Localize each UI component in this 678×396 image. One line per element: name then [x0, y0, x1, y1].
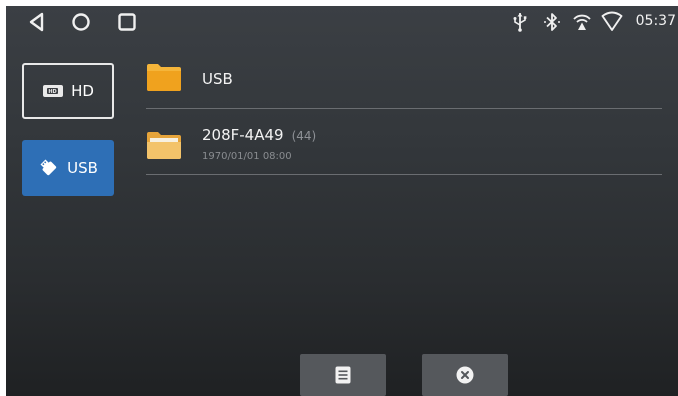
file-date: 1970/01/01 08:00 — [202, 151, 292, 162]
sidebar-item-label: USB — [67, 159, 98, 177]
file-name-text: 208F-4A49 — [202, 126, 284, 144]
clock: 05:37 — [635, 13, 676, 29]
folder-icon — [147, 64, 181, 91]
sidebar-item-usb[interactable]: USB — [22, 140, 114, 196]
wifi-icon — [601, 11, 623, 31]
close-button[interactable] — [422, 354, 508, 396]
usb-drive-icon — [40, 159, 57, 176]
home-icon[interactable] — [68, 9, 94, 35]
usb-icon — [513, 13, 527, 32]
bluetooth-icon — [544, 13, 560, 31]
svg-text:HD: HD — [48, 89, 56, 95]
divider — [146, 108, 662, 109]
list-item[interactable]: 208F-4A49 (44) 1970/01/01 08:00 — [146, 118, 662, 174]
divider — [146, 174, 662, 175]
sidebar-item-label: HD — [71, 82, 94, 100]
close-circle-icon — [456, 366, 474, 384]
back-icon[interactable] — [24, 9, 50, 35]
file-name: 208F-4A49 (44) — [202, 126, 316, 144]
list-view-button[interactable] — [300, 354, 386, 396]
recents-icon[interactable] — [114, 9, 140, 35]
list-item[interactable]: USB — [146, 58, 662, 108]
screen: 05:37 HD HD USB USB 208F-4A49 (44) 1970/… — [6, 6, 678, 396]
file-name: USB — [202, 70, 233, 88]
sidebar-item-hd[interactable]: HD HD — [22, 63, 114, 119]
folder-open-icon — [147, 132, 181, 159]
hotspot-icon — [573, 14, 591, 30]
status-bar: 05:37 — [6, 6, 678, 38]
file-count: (44) — [291, 129, 317, 143]
list-icon — [335, 366, 351, 384]
hard-drive-icon: HD — [43, 85, 64, 97]
